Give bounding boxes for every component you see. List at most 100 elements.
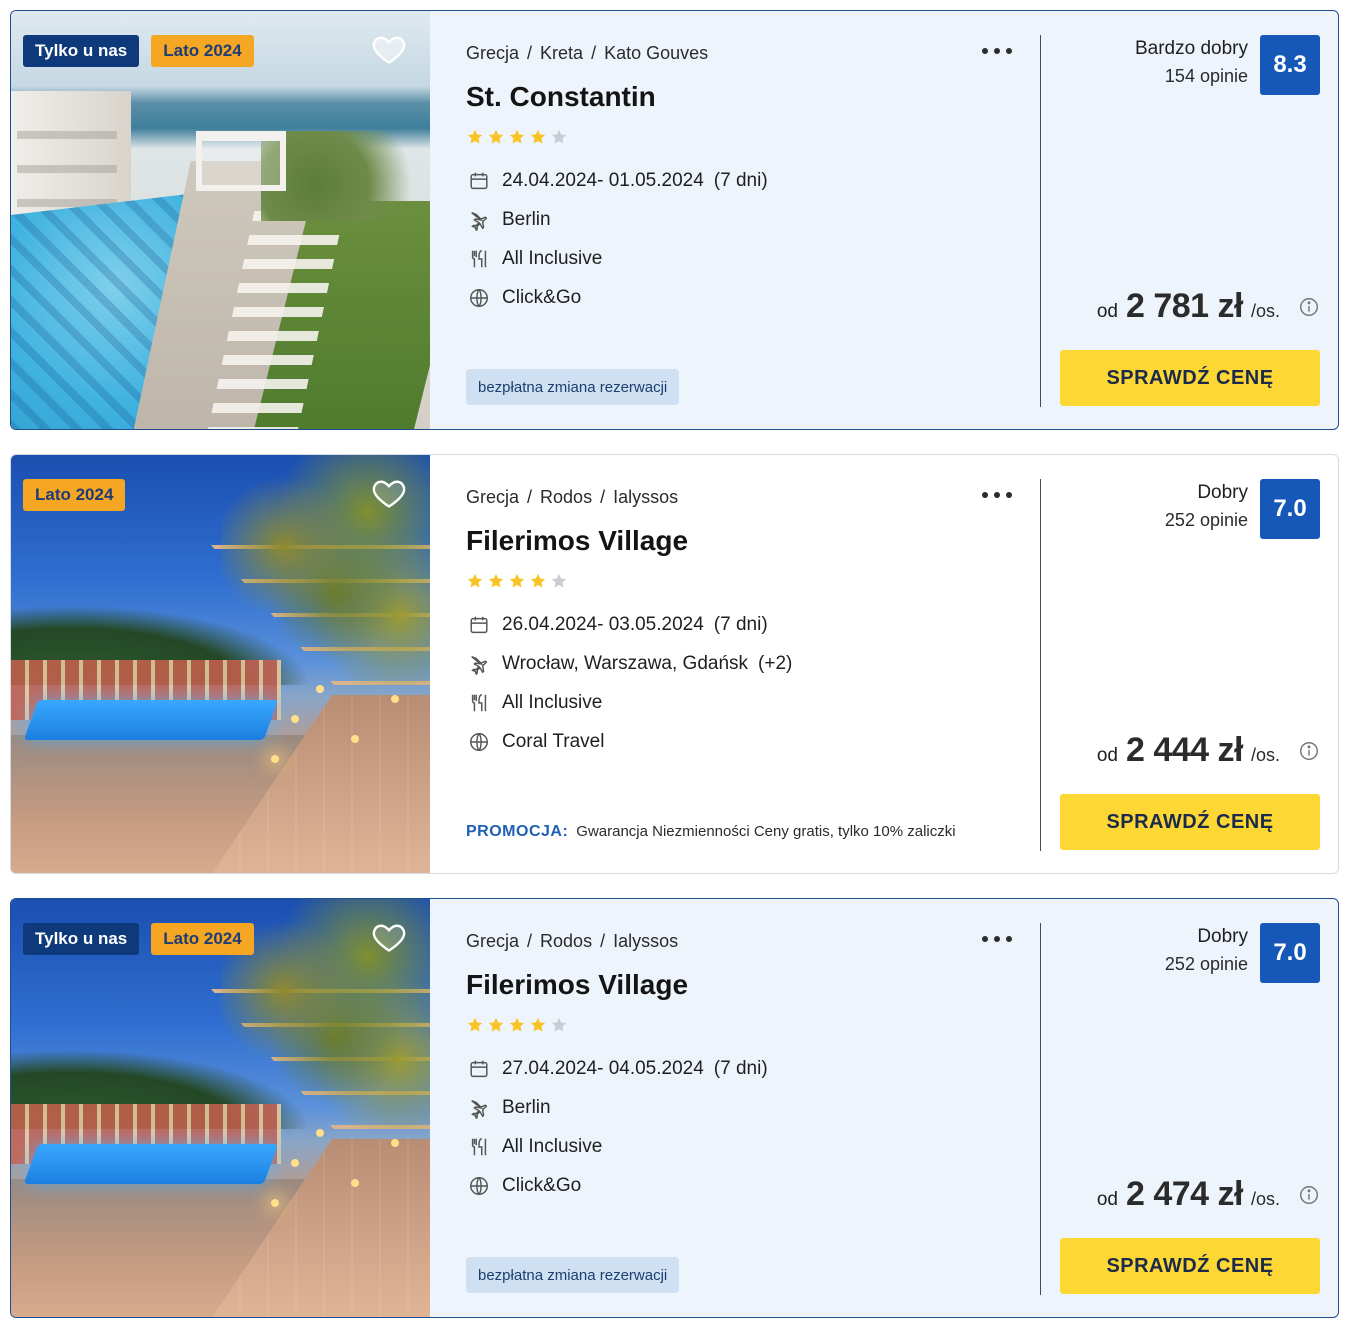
trip-duration: (7 dni)	[713, 169, 768, 191]
price-panel: Dobry 252 opinie 7.0 od 2 474 zł /os. SP…	[1041, 899, 1338, 1317]
departure-more[interactable]: (+2)	[758, 653, 792, 675]
photo-pavilion	[196, 131, 286, 191]
review-count: 154 opinie	[1164, 66, 1248, 86]
location-breadcrumb: Grecja / Rodos / Ialyssos	[466, 485, 1040, 509]
rating-score: 7.0	[1260, 479, 1320, 539]
price-block: od 2 444 zł /os.	[1097, 731, 1320, 770]
check-price-button[interactable]: SPRAWDŹ CENĘ	[1060, 350, 1320, 406]
city-label: Ialyssos	[613, 486, 679, 507]
region-label: Kreta	[540, 42, 584, 63]
badge-group: Tylko u nas Lato 2024	[23, 923, 254, 955]
hotel-name[interactable]: Filerimos Village	[466, 969, 1040, 1005]
offer-attributes: 27.04.2024- 04.05.2024 (7 dni) Berlin Al…	[466, 1049, 1040, 1205]
offer-details: Grecja / Rodos / Ialyssos Filerimos Vill…	[430, 455, 1040, 873]
dates-row: 26.04.2024- 03.05.2024 (7 dni)	[466, 605, 1040, 644]
star-icon	[488, 129, 504, 144]
offer-attributes: 26.04.2024- 03.05.2024 (7 dni) Wrocław, …	[466, 605, 1040, 761]
breadcrumb-separator: /	[600, 930, 606, 951]
hotel-photo[interactable]: Lato 2024	[11, 455, 430, 873]
hotel-photo[interactable]: Tylko u nas Lato 2024	[11, 11, 430, 429]
star-icon	[551, 573, 567, 588]
hotel-name[interactable]: Filerimos Village	[466, 525, 1040, 561]
review-count: 252 opinie	[1164, 510, 1248, 530]
star-icon	[467, 129, 483, 144]
tour-operator: Click&Go	[502, 1174, 582, 1196]
rating-block[interactable]: Dobry 252 opinie 7.0	[1165, 479, 1320, 539]
free-change-tag: bezpłatna zmiana rezerwacji	[466, 1257, 680, 1293]
region-label: Rodos	[540, 486, 593, 507]
rating-text: Bardzo dobry 154 opinie	[1135, 35, 1248, 89]
city-label: Ialyssos	[613, 930, 679, 951]
trip-duration: (7 dni)	[713, 613, 768, 635]
tour-operator: Click&Go	[502, 286, 582, 308]
price-value: 2 444 zł	[1126, 731, 1243, 769]
favorite-heart-icon[interactable]	[371, 31, 407, 67]
price-prefix: od	[1096, 745, 1118, 766]
globe-icon	[466, 285, 492, 311]
promotion-text: Gwarancja Niezmienności Ceny gratis, tyl…	[576, 823, 956, 840]
star-icon	[509, 1017, 525, 1032]
check-price-button[interactable]: SPRAWDŹ CENĘ	[1060, 794, 1320, 850]
departure-airports: Berlin	[502, 208, 551, 230]
offer-card[interactable]: Lato 2024 Grecja / Rodos / Ialyssos File…	[10, 454, 1339, 874]
promotion-note: PROMOCJA: Gwarancja Niezmienności Ceny g…	[466, 823, 956, 841]
offer-attributes: 24.04.2024- 01.05.2024 (7 dni) Berlin Al…	[466, 161, 1040, 317]
photo-dunes	[261, 131, 430, 221]
exclusive-badge: Tylko u nas	[23, 923, 140, 955]
travel-dates: 27.04.2024- 04.05.2024	[502, 1057, 704, 1079]
offer-card[interactable]: Tylko u nas Lato 2024 Grecja / Rodos / I…	[10, 898, 1339, 1318]
board-row: All Inclusive	[466, 1127, 1040, 1166]
season-badge: Lato 2024	[151, 923, 254, 955]
price-block: od 2 474 zł /os.	[1097, 1175, 1320, 1214]
location-breadcrumb: Grecja / Kreta / Kato Gouves	[466, 41, 1040, 65]
price-unit: /os.	[1250, 301, 1280, 321]
price-panel: Dobry 252 opinie 7.0 od 2 444 zł /os. SP…	[1041, 455, 1338, 873]
star-icon	[509, 129, 525, 144]
favorite-heart-icon[interactable]	[371, 919, 407, 955]
country-label: Grecja	[466, 486, 520, 507]
cutlery-icon	[466, 690, 492, 716]
photo-pool	[23, 1144, 279, 1184]
star-icon	[467, 1017, 483, 1032]
offer-details: Grecja / Kreta / Kato Gouves St. Constan…	[430, 11, 1040, 429]
rating-score: 7.0	[1260, 923, 1320, 983]
hotel-photo[interactable]: Tylko u nas Lato 2024	[11, 899, 430, 1317]
rating-block[interactable]: Bardzo dobry 154 opinie 8.3	[1135, 35, 1320, 95]
price-unit: /os.	[1250, 1189, 1280, 1209]
offer-details: Grecja / Rodos / Ialyssos Filerimos Vill…	[430, 899, 1040, 1317]
info-icon[interactable]	[1298, 740, 1320, 762]
globe-icon	[466, 1173, 492, 1199]
breadcrumb-separator: /	[527, 930, 533, 951]
breadcrumb-separator: /	[600, 486, 606, 507]
info-icon[interactable]	[1298, 1184, 1320, 1206]
star-icon	[509, 573, 525, 588]
city-label: Kato Gouves	[604, 42, 709, 63]
travel-dates: 24.04.2024- 01.05.2024	[502, 169, 704, 191]
board-type: All Inclusive	[502, 247, 603, 269]
offer-card[interactable]: Tylko u nas Lato 2024 Grecja / Kreta / K…	[10, 10, 1339, 430]
hotel-stars	[466, 571, 1040, 591]
region-label: Rodos	[540, 930, 593, 951]
favorite-heart-icon[interactable]	[371, 475, 407, 511]
rating-block[interactable]: Dobry 252 opinie 7.0	[1165, 923, 1320, 983]
photo-lights	[271, 1199, 279, 1207]
board-row: All Inclusive	[466, 683, 1040, 722]
price-prefix: od	[1096, 1189, 1118, 1210]
rating-label: Dobry	[1197, 482, 1248, 503]
operator-row: Click&Go	[466, 1166, 1040, 1205]
photo-lights	[271, 755, 279, 763]
star-icon	[488, 573, 504, 588]
cutlery-icon	[466, 246, 492, 272]
season-badge: Lato 2024	[23, 479, 126, 511]
hotel-stars	[466, 1015, 1040, 1035]
plane-icon	[466, 651, 492, 677]
more-options-icon[interactable]	[982, 45, 1012, 57]
hotel-name[interactable]: St. Constantin	[466, 81, 1040, 117]
free-change-tag: bezpłatna zmiana rezerwacji	[466, 369, 680, 405]
season-badge: Lato 2024	[151, 35, 254, 67]
check-price-button[interactable]: SPRAWDŹ CENĘ	[1060, 1238, 1320, 1294]
plane-icon	[466, 207, 492, 233]
info-icon[interactable]	[1298, 296, 1320, 318]
more-options-icon[interactable]	[982, 933, 1012, 945]
more-options-icon[interactable]	[982, 489, 1012, 501]
